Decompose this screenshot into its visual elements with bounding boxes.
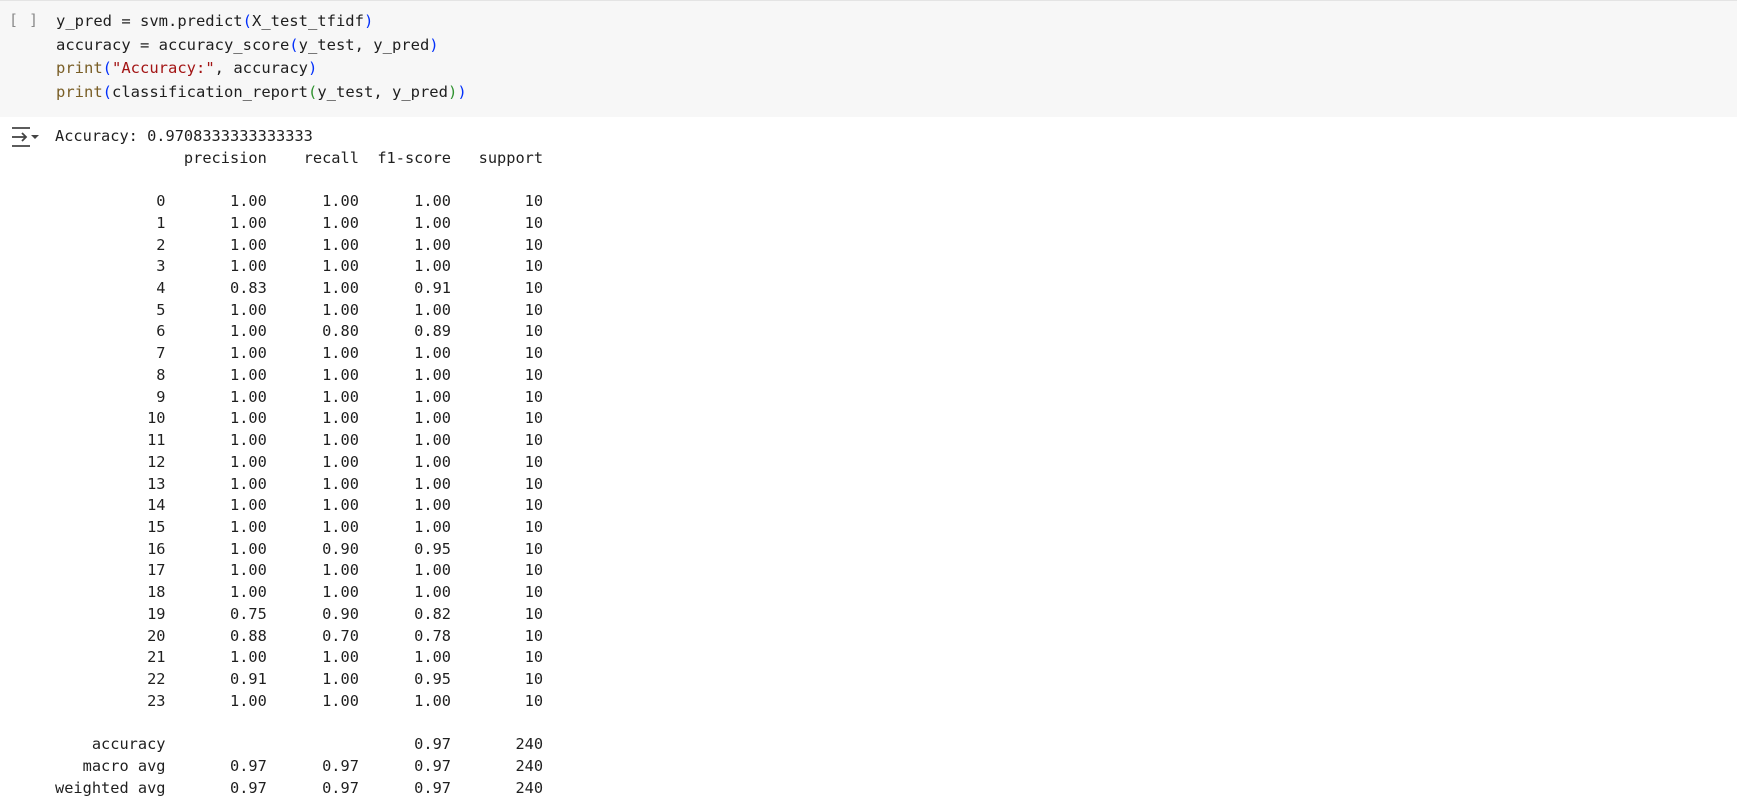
code-line-3: print("Accuracy:", accuracy) <box>56 59 317 77</box>
close-paren: ) <box>363 12 374 30</box>
code-token: y_test, y_pred <box>317 82 448 101</box>
close-paren: ) <box>308 59 318 77</box>
code-editor[interactable]: [ ] y_pred = svm.predict(X_test_tfidf) a… <box>0 0 1737 117</box>
code-line-2: accuracy = accuracy_score(y_test, y_pred… <box>56 36 439 54</box>
code-token: classification_report <box>112 82 308 101</box>
code-text[interactable]: y_pred = svm.predict(X_test_tfidf) accur… <box>56 10 467 104</box>
code-token: X_test_tfidf <box>251 12 364 30</box>
close-paren-inner: ) <box>447 82 458 101</box>
code-line-4: print(classification_report(y_test, y_pr… <box>56 83 467 101</box>
code-line-1: y_pred = svm.predict(X_test_tfidf) <box>56 12 373 30</box>
output-collapse-icon[interactable] <box>10 126 40 148</box>
code-token: , accuracy <box>214 59 308 77</box>
open-paren: ( <box>289 35 299 54</box>
function-token: print <box>56 59 103 77</box>
close-paren: ) <box>429 35 439 54</box>
string-token: "Accuracy:" <box>112 59 215 77</box>
notebook-code-cell: [ ] y_pred = svm.predict(X_test_tfidf) a… <box>0 0 1737 806</box>
open-paren: ( <box>102 82 113 101</box>
code-token: y_pred = svm.predict <box>56 12 243 30</box>
open-paren: ( <box>102 59 113 77</box>
cell-output-text: Accuracy: 0.9708333333333333 precision r… <box>55 127 544 797</box>
close-paren: ) <box>457 82 467 101</box>
open-paren-inner: ( <box>307 82 318 101</box>
run-cell-button[interactable]: [ ] <box>9 11 39 29</box>
code-token: accuracy = accuracy_score <box>56 35 290 54</box>
code-token: y_test, y_pred <box>298 35 430 54</box>
function-token: print <box>56 82 103 101</box>
open-paren: ( <box>242 12 252 30</box>
